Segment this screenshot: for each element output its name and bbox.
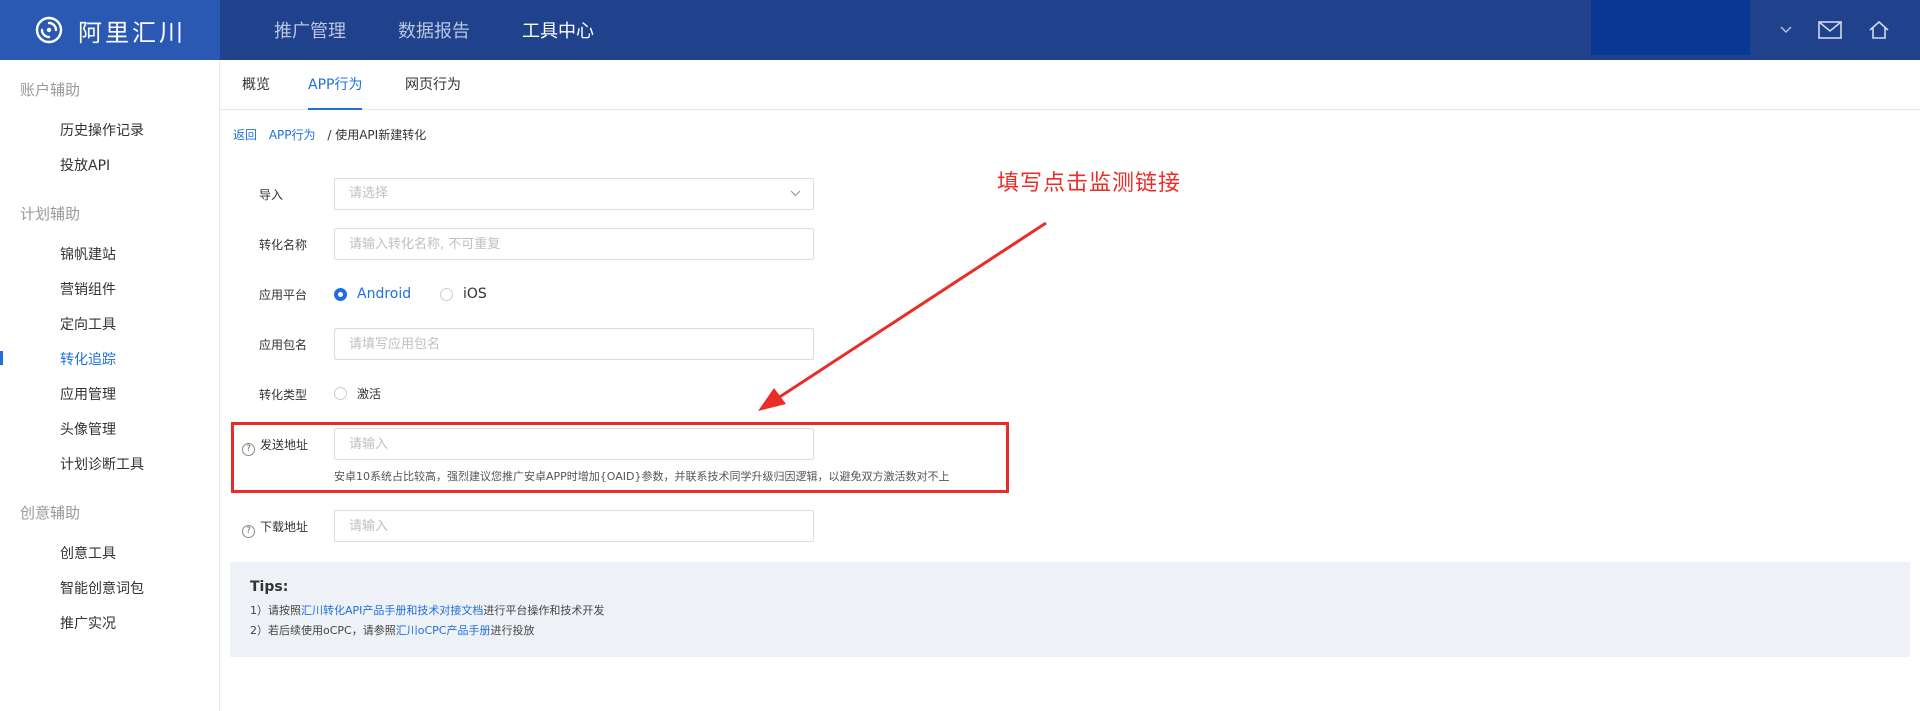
nav-tools[interactable]: 工具中心 (522, 17, 594, 43)
chevron-down-icon (790, 190, 801, 197)
platform-radio-ios[interactable]: iOS (440, 286, 487, 302)
tips-line-2-suffix: 进行投放 (490, 624, 535, 637)
package-name-input[interactable] (334, 328, 814, 360)
sidebar-group-plan: 计划辅助 (20, 205, 81, 223)
sidebar-group-account: 账户辅助 (20, 81, 81, 99)
breadcrumb-back[interactable]: 返回 (233, 128, 257, 142)
radio-checked-icon (334, 287, 347, 301)
sidebar-item-app-management[interactable]: 应用管理 (0, 378, 219, 413)
radio-unchecked-icon (440, 287, 453, 301)
radio-unchecked-icon (334, 387, 347, 400)
tab-bar: 概览 APP行为 网页行为 (220, 60, 1920, 110)
help-icon[interactable]: ? (242, 525, 255, 538)
sidebar-item-conversion-tracking[interactable]: 转化追踪 (0, 343, 219, 378)
logo-text: 阿里汇川 (78, 18, 186, 47)
tips-line-1-suffix: 进行平台操作和技术开发 (483, 604, 605, 617)
tips-title: Tips: (250, 579, 289, 595)
sidebar-item-api[interactable]: 投放API (0, 149, 219, 184)
sidebar-item-site-builder[interactable]: 锦帆建站 (0, 238, 219, 273)
download-address-label: ? 下载地址 (242, 518, 308, 538)
sidebar-item-avatar[interactable]: 头像管理 (0, 413, 219, 448)
import-select[interactable]: 请选择 (334, 178, 814, 210)
package-label: 应用包名 (259, 338, 308, 352)
sidebar-item-live-status[interactable]: 推广实况 (0, 607, 219, 642)
import-label: 导入 (259, 188, 284, 202)
tips-line-1: 1）请按照汇川转化API产品手册和技术对接文档进行平台操作和技术开发 (250, 601, 1890, 621)
top-bar: 阿里汇川 推广管理 数据报告 工具中心 (0, 0, 1920, 60)
account-area[interactable] (1591, 0, 1750, 55)
sidebar-item-marketing-components[interactable]: 营销组件 (0, 273, 219, 308)
mail-icon[interactable] (1818, 21, 1842, 39)
sidebar-item-history[interactable]: 历史操作记录 (0, 114, 219, 149)
conversion-type-radio-activate[interactable]: 激活 (334, 385, 381, 402)
sidebar-item-targeting[interactable]: 定向工具 (0, 308, 219, 343)
sidebar-item-creative-tools[interactable]: 创意工具 (0, 537, 219, 572)
nav-promotion[interactable]: 推广管理 (274, 17, 346, 43)
platform-radio-android[interactable]: Android (334, 286, 411, 302)
tab-web-behavior[interactable]: 网页行为 (405, 60, 461, 110)
breadcrumb-parent[interactable]: APP行为 (269, 128, 316, 142)
logo[interactable]: 阿里汇川 (0, 0, 220, 60)
annotation-text: 填写点击监测链接 (997, 171, 1182, 196)
ocpc-doc-link[interactable]: 汇川oCPC产品手册 (396, 624, 491, 637)
tab-overview[interactable]: 概览 (242, 60, 270, 110)
annotation-highlight-box (231, 422, 1009, 493)
api-doc-link[interactable]: 汇川转化API产品手册和技术对接文档 (301, 604, 483, 617)
home-icon[interactable] (1868, 20, 1890, 40)
breadcrumb-current: / 使用API新建转化 (327, 128, 427, 142)
download-address-input[interactable] (334, 510, 814, 542)
conversion-type-activate-label: 激活 (357, 387, 382, 401)
conversion-name-input[interactable] (334, 228, 814, 260)
platform-label: 应用平台 (259, 288, 308, 302)
sidebar: 账户辅助 历史操作记录 投放API 计划辅助 锦帆建站 营销组件 定向工具 转化… (0, 60, 220, 711)
download-address-label-text: 下载地址 (260, 520, 309, 534)
logo-icon (35, 16, 63, 44)
tab-app-behavior[interactable]: APP行为 (308, 60, 363, 110)
tips-line-1-prefix: 1）请按照 (250, 604, 301, 617)
import-select-value: 请选择 (349, 186, 389, 201)
conversion-name-label: 转化名称 (259, 238, 308, 252)
tips-line-2-prefix: 2）若后续使用oCPC，请参照 (250, 624, 396, 637)
sidebar-item-diagnosis[interactable]: 计划诊断工具 (0, 448, 219, 483)
sidebar-group-creative: 创意辅助 (20, 504, 81, 522)
chevron-down-icon[interactable] (1780, 26, 1792, 34)
top-icons (1780, 0, 1916, 60)
conversion-type-label: 转化类型 (259, 388, 308, 402)
platform-ios-label: iOS (463, 286, 487, 302)
tips-line-2: 2）若后续使用oCPC，请参照汇川oCPC产品手册进行投放 (250, 621, 1890, 641)
platform-android-label: Android (357, 286, 412, 302)
sidebar-item-smart-words[interactable]: 智能创意词包 (0, 572, 219, 607)
tips-panel: Tips: 1）请按照汇川转化API产品手册和技术对接文档进行平台操作和技术开发… (230, 562, 1910, 657)
nav-reports[interactable]: 数据报告 (398, 17, 470, 43)
breadcrumb: 返回 APP行为 / 使用API新建转化 (233, 126, 426, 143)
top-nav: 推广管理 数据报告 工具中心 (274, 0, 646, 60)
